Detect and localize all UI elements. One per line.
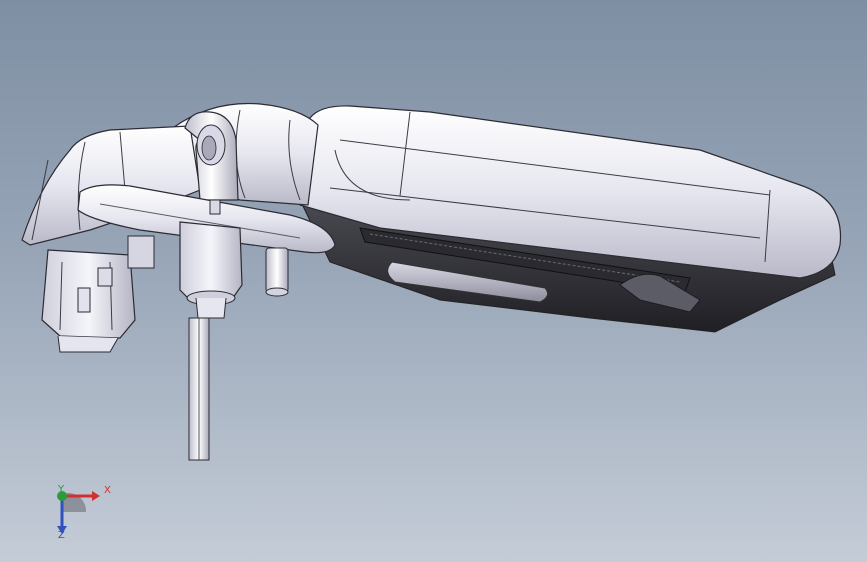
axis-triad: X Y Z [48,482,118,546]
y-axis-label: Y [58,484,65,495]
x-axis-label: X [104,485,111,496]
z-axis-label: Z [58,530,65,541]
cad-viewport[interactable]: X Y Z [0,0,867,562]
stud [265,247,289,293]
probe-post [179,221,243,303]
cad-model[interactable] [0,0,867,562]
